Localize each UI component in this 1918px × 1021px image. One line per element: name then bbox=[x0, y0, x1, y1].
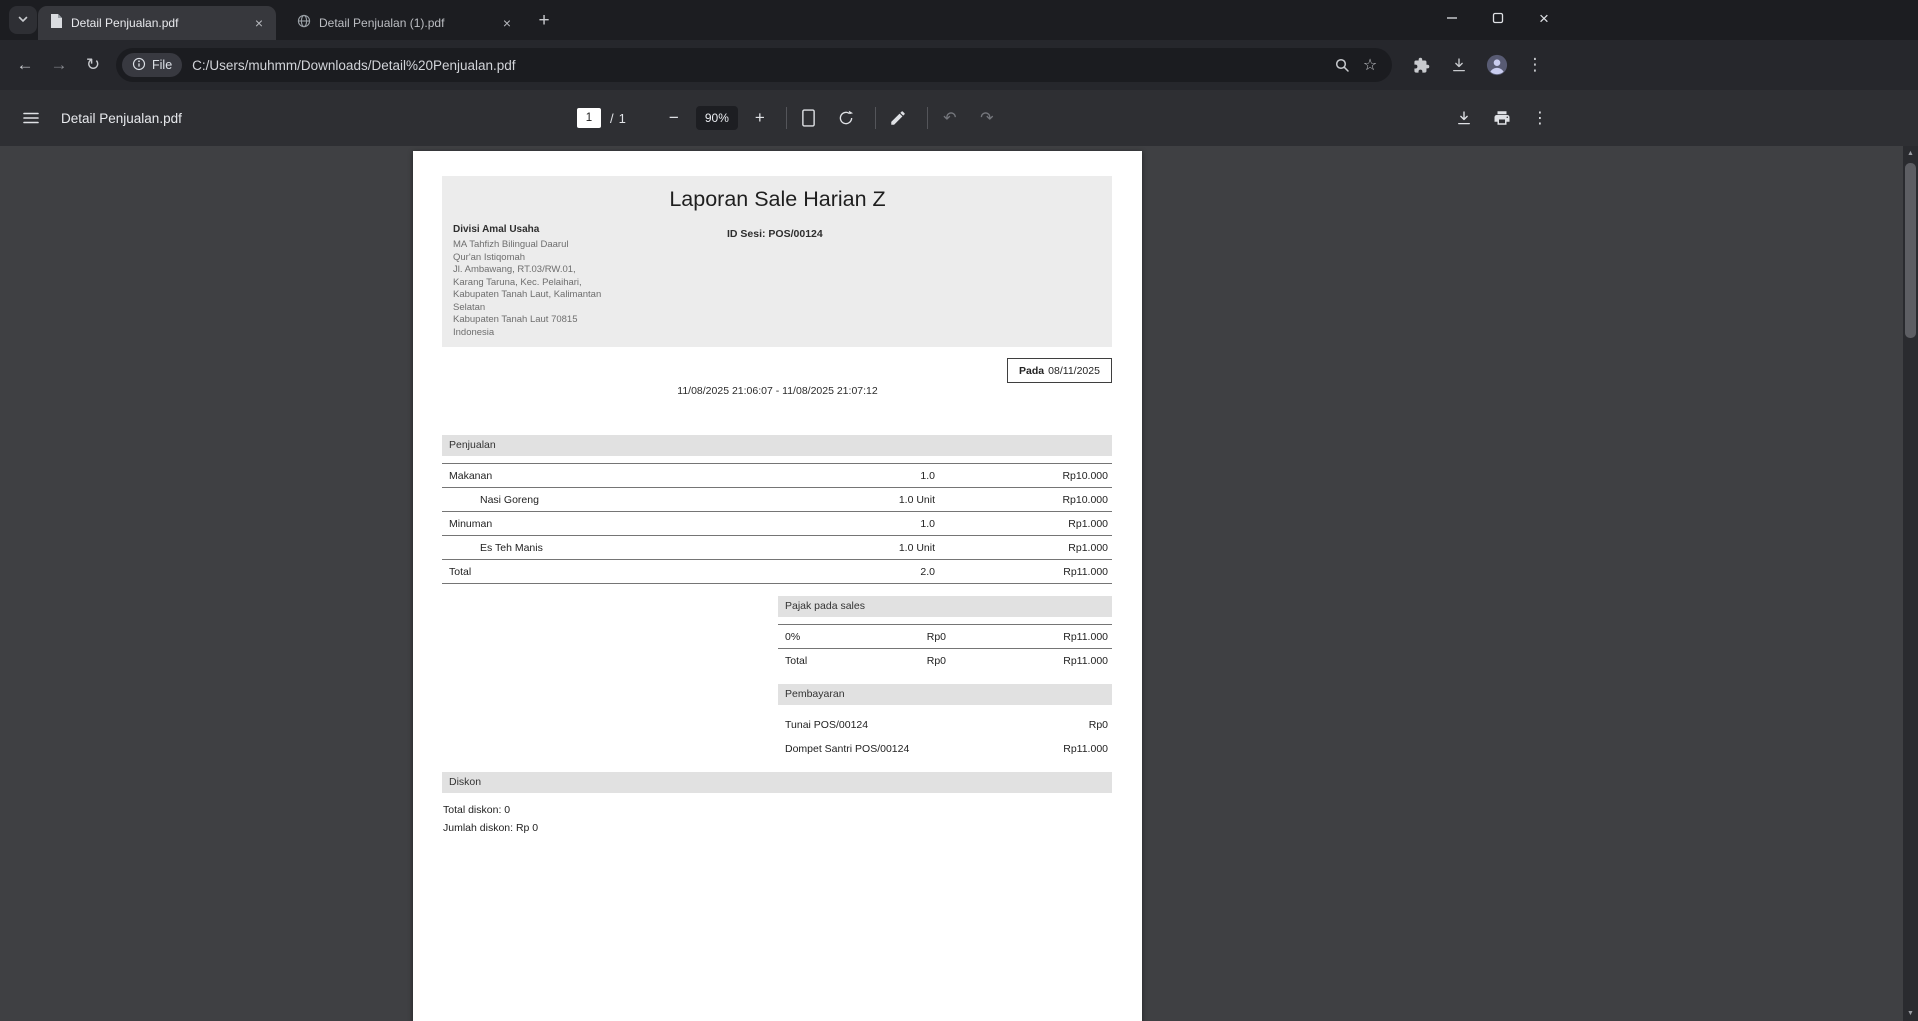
report-date-box: Pada 08/11/2025 bbox=[1007, 358, 1112, 383]
scrollbar[interactable]: ▲ ▼ bbox=[1903, 146, 1918, 1021]
table-row: Dompet Santri POS/00124 Rp11.000 bbox=[778, 737, 1112, 761]
report-title: Laporan Sale Harian Z bbox=[413, 187, 1142, 212]
table-row: Makanan 1.0 Rp10.000 bbox=[442, 464, 1112, 488]
downloads-icon[interactable] bbox=[1442, 48, 1476, 82]
tab-title: Detail Penjualan (1).pdf bbox=[319, 16, 490, 30]
browser-window: Detail Penjualan.pdf × Detail Penjualan … bbox=[0, 0, 1918, 1021]
table-row: Nasi Goreng 1.0 Unit Rp10.000 bbox=[442, 488, 1112, 512]
page-count: /1 bbox=[610, 111, 626, 126]
rotate-icon[interactable] bbox=[831, 103, 861, 133]
pdf-page: Laporan Sale Harian Z Divisi Amal Usaha … bbox=[413, 151, 1142, 1021]
scroll-up-icon[interactable]: ▲ bbox=[1903, 146, 1918, 161]
tax-table: Pajak pada sales 0% Rp0 Rp11.000 Total R… bbox=[778, 596, 1112, 673]
info-icon bbox=[132, 57, 146, 74]
sales-total-row: Total 2.0 Rp11.000 bbox=[442, 560, 1112, 584]
scroll-down-icon[interactable]: ▼ bbox=[1903, 1006, 1918, 1021]
tab-detail-penjualan[interactable]: Detail Penjualan.pdf × bbox=[38, 6, 276, 40]
annotate-pen-icon[interactable] bbox=[883, 103, 913, 133]
zoom-in-button[interactable]: + bbox=[748, 106, 772, 130]
profile-avatar[interactable] bbox=[1480, 48, 1514, 82]
scrollbar-thumb[interactable] bbox=[1905, 163, 1916, 338]
discount-header: Diskon bbox=[442, 772, 1112, 793]
table-row: Minuman 1.0 Rp1.000 bbox=[442, 512, 1112, 536]
pdf-menu-kebab-icon[interactable]: ⋮ bbox=[1522, 100, 1558, 136]
file-badge-label: File bbox=[152, 58, 172, 72]
browser-toolbar: ← → ↻ File C:/Users/muhmm/Downloads/Deta… bbox=[0, 40, 1918, 90]
discount-lines: Total diskon: 0 Jumlah diskon: Rp 0 bbox=[443, 801, 538, 837]
zoom-level: 90% bbox=[696, 106, 738, 130]
fit-page-icon[interactable] bbox=[794, 103, 824, 133]
address-bar[interactable]: File C:/Users/muhmm/Downloads/Detail%20P… bbox=[116, 48, 1392, 82]
pdf-viewer: Laporan Sale Harian Z Divisi Amal Usaha … bbox=[0, 146, 1918, 1021]
table-row: Tunai POS/00124 Rp0 bbox=[778, 713, 1112, 737]
table-row: 0% Rp0 Rp11.000 bbox=[778, 625, 1112, 649]
extensions-icon[interactable] bbox=[1404, 48, 1438, 82]
back-button[interactable]: ← bbox=[8, 48, 42, 82]
payments-table: Pembayaran Tunai POS/00124 Rp0 Dompet Sa… bbox=[778, 684, 1112, 761]
forward-button[interactable]: → bbox=[42, 48, 76, 82]
tab-search-button[interactable] bbox=[9, 6, 37, 34]
redo-button[interactable]: ↷ bbox=[972, 103, 1002, 133]
divider bbox=[927, 107, 928, 129]
search-icon[interactable] bbox=[1328, 51, 1356, 79]
reload-button[interactable]: ↻ bbox=[76, 48, 110, 82]
pdf-toolbar: Detail Penjualan.pdf /1 − 90% + ↶ ↷ bbox=[0, 90, 1918, 146]
company-address: MA Tahfizh Bilingual Daarul Qur'an Istiq… bbox=[453, 239, 631, 339]
minimize-icon bbox=[1446, 11, 1458, 28]
zoom-out-button[interactable]: − bbox=[662, 106, 686, 130]
session-id: ID Sesi: POS/00124 bbox=[727, 228, 823, 240]
company-name: Divisi Amal Usaha bbox=[453, 224, 539, 235]
tab-strip: Detail Penjualan.pdf × Detail Penjualan … bbox=[0, 0, 1918, 40]
sales-header: Penjualan bbox=[442, 435, 1112, 456]
chevron-down-icon bbox=[17, 13, 29, 28]
tab-title: Detail Penjualan.pdf bbox=[71, 16, 242, 30]
toolbar-actions: ⋮ bbox=[1404, 48, 1552, 82]
payments-header: Pembayaran bbox=[778, 684, 1112, 705]
maximize-icon bbox=[1492, 11, 1504, 28]
minimize-button[interactable] bbox=[1429, 0, 1475, 38]
page-number-input[interactable] bbox=[577, 108, 601, 128]
divider bbox=[875, 107, 876, 129]
print-icon[interactable] bbox=[1484, 100, 1520, 136]
table-row: Es Teh Manis 1.0 Unit Rp1.000 bbox=[442, 536, 1112, 560]
new-tab-button[interactable]: + bbox=[531, 8, 557, 34]
tab-close-icon[interactable]: × bbox=[250, 14, 268, 32]
pdf-favicon-icon bbox=[49, 13, 63, 34]
divider bbox=[786, 107, 787, 129]
window-controls: × bbox=[1429, 0, 1567, 38]
undo-button[interactable]: ↶ bbox=[935, 103, 965, 133]
url-text[interactable]: C:/Users/muhmm/Downloads/Detail%20Penjua… bbox=[192, 58, 1328, 73]
pdf-document-title: Detail Penjualan.pdf bbox=[61, 111, 182, 126]
globe-favicon-icon bbox=[297, 14, 311, 33]
bookmark-star-icon[interactable]: ☆ bbox=[1356, 51, 1384, 79]
session-period: 11/08/2025 21:06:07 - 11/08/2025 21:07:1… bbox=[413, 385, 1142, 397]
tax-header: Pajak pada sales bbox=[778, 596, 1112, 617]
menu-hamburger-icon[interactable] bbox=[16, 103, 46, 133]
tax-total-row: Total Rp0 Rp11.000 bbox=[778, 649, 1112, 673]
sales-table: Penjualan Makanan 1.0 Rp10.000 Nasi Gore… bbox=[442, 435, 1112, 584]
maximize-button[interactable] bbox=[1475, 0, 1521, 38]
download-icon[interactable] bbox=[1446, 100, 1482, 136]
tab-detail-penjualan-1[interactable]: Detail Penjualan (1).pdf × bbox=[286, 6, 524, 40]
close-window-button[interactable]: × bbox=[1521, 0, 1567, 38]
browser-menu-kebab-icon[interactable]: ⋮ bbox=[1518, 48, 1552, 82]
discount-section: Diskon bbox=[442, 772, 1112, 793]
file-badge[interactable]: File bbox=[122, 53, 182, 77]
tab-close-icon[interactable]: × bbox=[498, 14, 516, 32]
